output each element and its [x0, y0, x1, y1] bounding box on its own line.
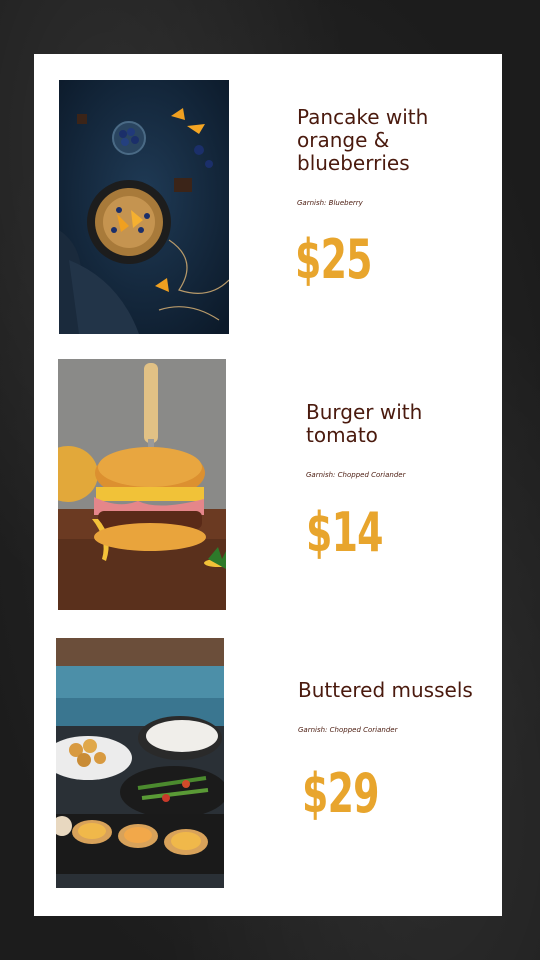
- item-title: Buttered mussels: [298, 678, 473, 702]
- menu-item-pancake: Pancake with orange & blueberries Garnis…: [34, 54, 502, 334]
- menu-card: Pancake with orange & blueberries Garnis…: [34, 54, 502, 916]
- item-garnish: Garnish: Blueberry: [297, 199, 363, 207]
- item-title: Burger with tomato: [306, 400, 423, 447]
- item-title: Pancake with orange & blueberries: [297, 105, 429, 175]
- item-price: $25: [295, 228, 373, 291]
- item-garnish: Garnish: Chopped Coriander: [306, 471, 406, 479]
- burger-photo: [58, 359, 226, 610]
- pancake-photo: [59, 80, 229, 334]
- mussels-photo: [56, 638, 224, 888]
- item-price: $29: [302, 762, 380, 825]
- menu-item-burger: Burger with tomato Garnish: Chopped Cori…: [34, 334, 502, 614]
- menu-item-mussels: Buttered mussels Garnish: Chopped Corian…: [34, 614, 502, 916]
- item-garnish: Garnish: Chopped Coriander: [298, 726, 398, 734]
- item-price: $14: [306, 501, 384, 564]
